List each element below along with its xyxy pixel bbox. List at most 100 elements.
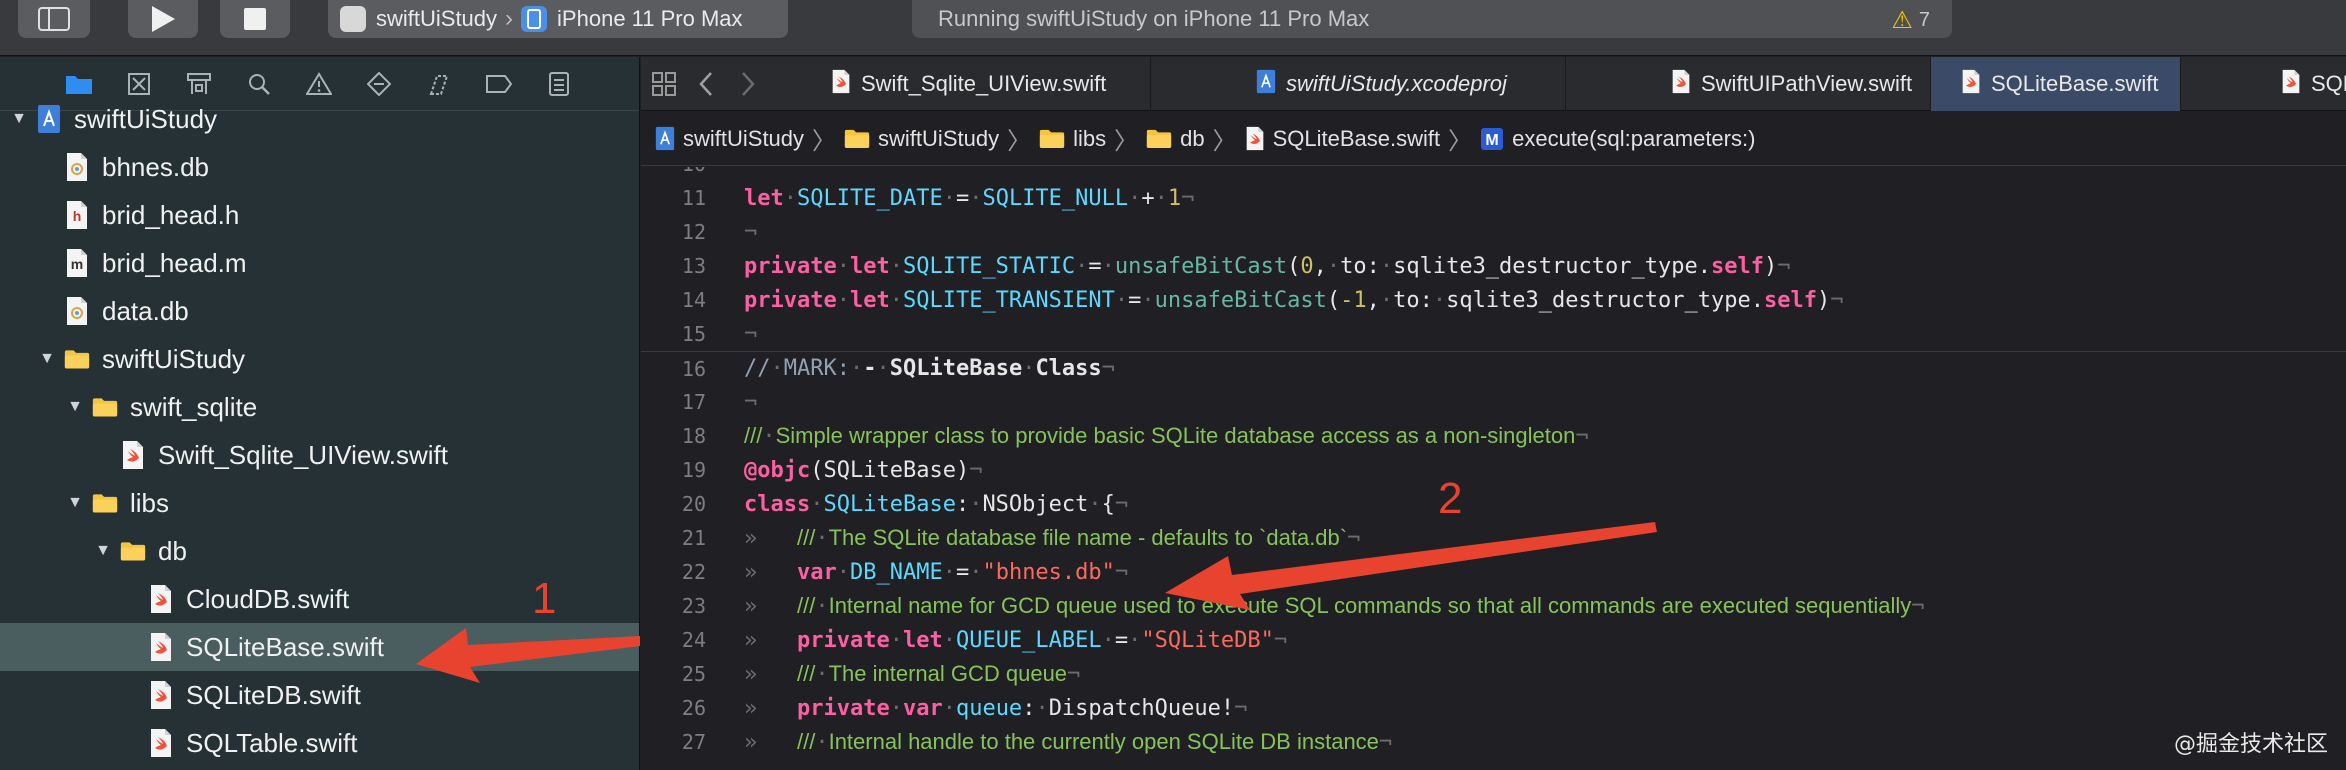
- code-token: self: [1710, 253, 1764, 279]
- code-token: ·: [783, 185, 797, 211]
- code-token: ¬: [744, 219, 758, 245]
- code-line[interactable]: 12 ¬: [641, 215, 2346, 249]
- breadcrumb-item[interactable]: Mexecute(sql:parameters:): [1480, 126, 1755, 152]
- code-token: SQLITE_NULL: [982, 185, 1129, 211]
- code-line[interactable]: 21 » ///·The SQLite database file name - …: [641, 521, 2346, 555]
- editor-tab[interactable]: Swift_Sqlite_UIView.swift: [801, 57, 1151, 111]
- code-text: //·MARK:·-·SQLiteBase·Class¬: [744, 356, 1115, 381]
- grid-icon: [652, 72, 676, 96]
- tree-item-label: swiftUiStudy: [74, 103, 218, 134]
- code-line[interactable]: 25 » ///·The internal GCD queue¬: [641, 657, 2346, 691]
- code-token: ·: [889, 253, 903, 279]
- code-line[interactable]: 10 ¬: [641, 167, 2346, 181]
- folder-icon: [92, 488, 118, 518]
- tree-item-label: brid_head.m: [102, 247, 247, 278]
- code-token: ·: [969, 559, 983, 585]
- disclosure-triangle-icon[interactable]: ▼: [8, 110, 30, 128]
- tree-item[interactable]: ▼ db: [0, 527, 639, 575]
- forward-button[interactable]: [733, 69, 763, 99]
- code-token: ¬: [1347, 526, 1361, 551]
- editor-tab[interactable]: SQLite: [2251, 57, 2346, 111]
- code-text: » private·let·QUEUE_LABEL·=·"SQLiteDB"¬: [744, 628, 1287, 653]
- code-line[interactable]: 18 ///·Simple wrapper class to provide ba…: [641, 419, 2346, 453]
- tree-item[interactable]: ▼ swift_sqlite: [0, 383, 639, 431]
- stop-button[interactable]: [220, 0, 290, 38]
- scheme-selector[interactable]: swiftUiStudy › iPhone 11 Pro Max: [328, 0, 788, 38]
- line-number: 13: [681, 254, 706, 278]
- code-text: ¬: [744, 390, 757, 415]
- code-line[interactable]: 15 ¬: [641, 317, 2346, 351]
- code-token: (: [1287, 253, 1301, 279]
- xcode-project-icon: [1256, 69, 1276, 100]
- code-token: ·: [1326, 253, 1341, 279]
- tree-item-label: Swift_Sqlite_UIView.swift: [158, 439, 448, 470]
- run-button[interactable]: [128, 0, 198, 38]
- code-line[interactable]: 19 @objc(SQLiteBase)¬: [641, 453, 2346, 487]
- tab-label: Swift_Sqlite_UIView.swift: [861, 71, 1107, 96]
- code-line[interactable]: 16//·MARK:·-·SQLiteBase·Class¬: [641, 351, 2346, 385]
- tree-item[interactable]: m brid_head.m: [0, 239, 639, 287]
- code-line[interactable]: 23 » ///·Internal name for GCD queue used…: [641, 589, 2346, 623]
- code-token: ·: [942, 185, 956, 211]
- breadcrumb-item[interactable]: libs: [1039, 126, 1106, 152]
- code-token: ¬: [744, 167, 757, 177]
- code-line[interactable]: 24» private·let·QUEUE_LABEL·=·"SQLiteDB"…: [641, 623, 2346, 657]
- tree-item[interactable]: SQLTable.swift: [0, 719, 639, 767]
- tree-item[interactable]: ▼ swiftUiStudy: [0, 95, 639, 143]
- line-number: 19: [681, 458, 706, 482]
- tree-item[interactable]: SQLiteDB.swift: [0, 671, 639, 719]
- tree-item[interactable]: bhnes.db: [0, 143, 639, 191]
- code-line[interactable]: 26» private·var·queue:·DispatchQueue!¬: [641, 691, 2346, 725]
- code-line[interactable]: 13 private·let·SQLITE_STATIC·=·unsafeBitC…: [641, 249, 2346, 283]
- code-line[interactable]: 22» var·DB_NAME·=·"bhnes.db"¬: [641, 555, 2346, 589]
- code-token: let: [849, 253, 890, 279]
- code-line[interactable]: 27 » ///·Internal handle to the currently…: [641, 725, 2346, 759]
- line-number: 25: [681, 662, 706, 686]
- code-token: ¬: [1830, 287, 1844, 313]
- code-area[interactable]: 10¬11let·SQLITE_DATE·=·SQLITE_NULL·+·1¬1…: [641, 167, 2346, 770]
- tree-item[interactable]: ▼ swiftUiStudy: [0, 335, 639, 383]
- tree-item[interactable]: h brid_head.h: [0, 191, 639, 239]
- code-token: ,: [1313, 253, 1327, 279]
- code-line[interactable]: 17 ¬: [641, 385, 2346, 419]
- code-token: NSObject: [982, 491, 1089, 517]
- tree-item[interactable]: SQLiteBase.swift: [0, 623, 639, 671]
- code-token: var: [902, 695, 943, 721]
- warning-badge[interactable]: ⚠ 7: [1891, 6, 1930, 35]
- method-icon: M: [1480, 127, 1504, 151]
- disclosure-triangle-icon[interactable]: ▼: [64, 398, 86, 416]
- breadcrumb-item[interactable]: SQLiteBase.swift: [1245, 126, 1440, 152]
- disclosure-triangle-icon[interactable]: ▼: [64, 494, 86, 512]
- navigator-toggle-button[interactable]: [18, 0, 90, 38]
- breadcrumb-item[interactable]: swiftUiStudy: [844, 126, 999, 152]
- scheme-app-label: swiftUiStudy: [376, 6, 498, 31]
- tree-item-label: swiftUiStudy: [102, 343, 246, 374]
- scheme-device-label: iPhone 11 Pro Max: [557, 6, 743, 31]
- breadcrumb-item[interactable]: swiftUiStudy: [655, 126, 804, 152]
- code-token: SQLITE_STATIC: [902, 253, 1076, 279]
- tree-item-label: SQLiteDB.swift: [186, 679, 361, 710]
- code-line[interactable]: 20 class·SQLiteBase:·NSObject·{¬: [641, 487, 2346, 521]
- editor-tab[interactable]: SQLiteBase.swift: [1931, 57, 2181, 111]
- source-editor: Swift_Sqlite_UIView.swift swiftUiStudy.xc…: [641, 57, 2346, 770]
- editor-tab[interactable]: SwiftUIPathView.swift: [1641, 57, 1931, 111]
- editor-tab[interactable]: swiftUiStudy.xcodeproj: [1226, 57, 1566, 111]
- tree-item[interactable]: Swift_Sqlite_UIView.swift: [0, 431, 639, 479]
- folder-icon: [64, 344, 90, 374]
- breadcrumb-item[interactable]: db: [1146, 126, 1205, 152]
- back-button[interactable]: [691, 69, 721, 99]
- toolbar: swiftUiStudy › iPhone 11 Pro Max Running…: [0, 0, 2346, 56]
- tree-item[interactable]: data.db: [0, 287, 639, 335]
- code-token: ·: [1114, 287, 1129, 313]
- disclosure-triangle-icon[interactable]: ▼: [92, 542, 114, 560]
- code-token: ·: [1128, 185, 1142, 211]
- code-token: ·: [1088, 491, 1102, 517]
- code-line[interactable]: 14 private·let·SQLITE_TRANSIENT·=·unsafeB…: [641, 283, 2346, 317]
- code-token: DispatchQueue!: [1048, 695, 1235, 721]
- related-items-button[interactable]: [649, 69, 679, 99]
- tree-item[interactable]: ▼ libs: [0, 479, 639, 527]
- disclosure-triangle-icon[interactable]: ▼: [36, 350, 58, 368]
- chevron-left-icon: [699, 72, 712, 96]
- code-line[interactable]: 11 let·SQLITE_DATE·=·SQLITE_NULL·+·1¬: [641, 181, 2346, 215]
- code-token: SQLiteBase: [823, 491, 956, 517]
